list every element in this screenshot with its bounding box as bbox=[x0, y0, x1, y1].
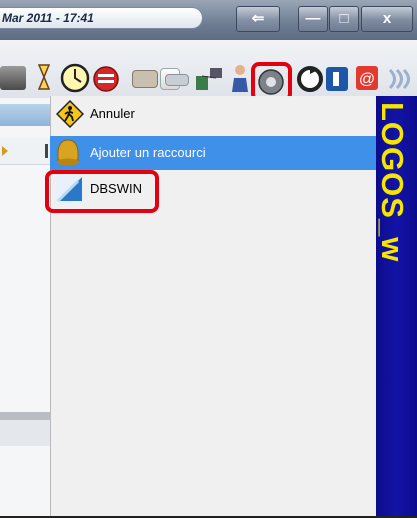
hourglass-icon[interactable] bbox=[37, 64, 51, 90]
phone-icon[interactable] bbox=[324, 65, 350, 93]
network-icon[interactable] bbox=[194, 64, 226, 94]
left-panel-row-lower[interactable] bbox=[0, 420, 50, 446]
bell-icon bbox=[54, 138, 82, 168]
card-icon[interactable] bbox=[132, 70, 158, 88]
menu-item-label: Annuler bbox=[90, 106, 135, 121]
back-button[interactable]: ⇐ bbox=[236, 6, 280, 32]
minimize-button[interactable]: — bbox=[298, 6, 328, 32]
maximize-button[interactable]: □ bbox=[329, 6, 359, 32]
pedestrian-sign-icon bbox=[55, 99, 85, 129]
close-icon: x bbox=[382, 10, 392, 27]
person-icon[interactable] bbox=[230, 64, 250, 94]
photo-icon[interactable] bbox=[0, 66, 26, 90]
clock-icon[interactable] bbox=[60, 63, 90, 93]
left-panel-divider bbox=[0, 412, 50, 420]
datetime-display: Mar 2011 - 17:41 bbox=[0, 7, 203, 29]
agenda-icon[interactable] bbox=[92, 65, 120, 93]
minimize-icon: — bbox=[305, 10, 321, 27]
left-panel-header bbox=[0, 104, 50, 126]
dbswin-highlight-frame bbox=[45, 170, 159, 213]
datetime-text: Mar 2011 - 17:41 bbox=[2, 11, 94, 25]
email-icon[interactable]: @ bbox=[356, 66, 378, 90]
refresh-icon[interactable] bbox=[297, 65, 323, 93]
menu-item-ajouter-raccourci[interactable]: Ajouter un raccourci bbox=[50, 136, 376, 170]
separator-icon bbox=[45, 144, 48, 158]
menu-item-label: Ajouter un raccourci bbox=[90, 145, 206, 160]
svg-text:@: @ bbox=[359, 71, 375, 88]
back-arrow-icon: ⇐ bbox=[251, 10, 265, 27]
maximize-icon: □ bbox=[339, 10, 349, 27]
arrow-right-icon bbox=[2, 146, 8, 156]
close-button[interactable]: x bbox=[361, 6, 413, 32]
left-panel-row[interactable] bbox=[0, 138, 50, 165]
logos-banner: LOGOS_w bbox=[375, 96, 417, 518]
banner-text: LOGOS_w bbox=[375, 102, 410, 263]
wave-icon[interactable] bbox=[386, 66, 414, 92]
scanner-icon[interactable] bbox=[165, 74, 189, 86]
menu-item-annuler[interactable]: Annuler bbox=[50, 97, 376, 131]
